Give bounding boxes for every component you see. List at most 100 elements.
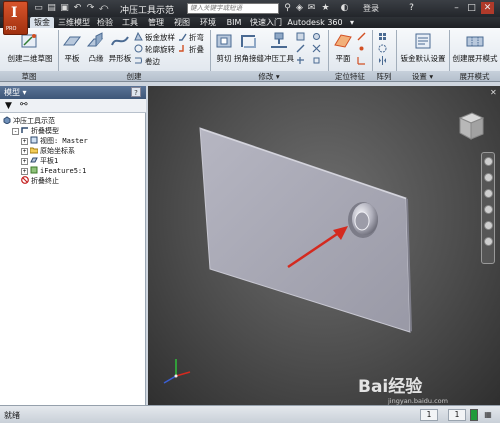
panel-label-modify[interactable]: 修改 ▾ [210, 71, 328, 82]
modify-small-3-icon[interactable] [296, 56, 307, 67]
maximize-button[interactable]: □ [465, 2, 478, 14]
panel-label-pattern[interactable]: 阵列 [372, 71, 396, 82]
tree-item[interactable]: + iFeature5:1 [21, 166, 86, 176]
look-at-icon[interactable] [484, 221, 493, 230]
lofted-flange-button[interactable]: 钣金放样 [134, 32, 175, 43]
modify-small-1-icon[interactable] [296, 32, 307, 43]
pan-icon[interactable] [484, 173, 493, 182]
cut-button[interactable]: 剪切 [213, 31, 235, 64]
tree-item-label: 平板1 [40, 157, 59, 165]
new-icon[interactable]: ▭ [33, 3, 44, 14]
plane-button[interactable]: 平面 [331, 31, 355, 64]
create-2d-sketch-button[interactable]: 创建二维草图 [6, 31, 54, 64]
contour-roll-button[interactable]: 轮廓旋转 [134, 44, 175, 55]
tree-item[interactable]: 折叠终止 [21, 176, 59, 186]
modify-small-5-icon[interactable] [312, 44, 323, 55]
redo-icon[interactable]: ↷ [85, 3, 96, 14]
tree-item[interactable]: - 折叠模型 [12, 126, 59, 136]
tab-get-started[interactable]: 快速入门 [249, 17, 283, 28]
ucs-icon[interactable] [357, 56, 368, 67]
open-icon[interactable]: ▤ [46, 3, 57, 14]
tab-tools[interactable]: 工具 [119, 17, 141, 28]
chevron-down-icon[interactable]: ▾ [23, 88, 27, 97]
return-icon[interactable]: ⤺ [98, 3, 109, 14]
panel-label-sketch[interactable]: 草图 [0, 71, 58, 82]
graphics-viewport[interactable] [148, 86, 500, 405]
modify-small-2-icon[interactable] [296, 44, 307, 55]
tab-manage[interactable]: 管理 [145, 17, 167, 28]
tree-item[interactable]: 冲压工具示范 [3, 116, 55, 126]
panel-label-flat-pattern[interactable]: 展开模式 [449, 71, 500, 82]
expand-icon[interactable]: + [21, 168, 28, 175]
title-bar: I PRO ▭ ▤ ▣ ↶ ↷ ⤺ 冲压工具示范 键入关键字或短语 ⚲ ◈ ✉ … [0, 0, 500, 35]
search-icon[interactable]: ⚲ [282, 3, 293, 14]
tree-item-label: 原始坐标系 [40, 147, 75, 155]
tab-3d-model[interactable]: 三维模型 [57, 17, 91, 28]
status-text: 就绪 [4, 411, 20, 420]
viewcube[interactable] [452, 108, 488, 144]
expand-icon[interactable]: + [21, 158, 28, 165]
lofted-flange-label: 钣金放样 [145, 33, 175, 42]
fold-button[interactable]: 折叠 [178, 44, 204, 55]
zoom-icon[interactable] [484, 189, 493, 198]
filter-icon[interactable]: ▼ [5, 101, 12, 111]
minimize-button[interactable]: – [450, 2, 463, 14]
expand-icon[interactable]: + [21, 148, 28, 155]
login-label[interactable]: 登录 [363, 3, 379, 14]
tree-item[interactable]: + 原始坐标系 [21, 146, 75, 156]
nav-bar-options-icon[interactable] [484, 237, 493, 246]
application-menu-button[interactable]: I PRO [3, 1, 28, 35]
browser-help-icon[interactable]: ? [131, 87, 141, 97]
tab-bim[interactable]: BIM [223, 17, 245, 28]
sheet-metal-plate[interactable] [199, 127, 411, 333]
punch-tool-button[interactable]: 冲压工具 [264, 31, 294, 64]
tree-item[interactable]: + 视图: Master [21, 136, 88, 146]
contour-flange-button[interactable]: 异形板 [108, 31, 132, 64]
status-options-icon[interactable]: ▦ [482, 409, 494, 421]
tab-inspect[interactable]: 检验 [94, 17, 116, 28]
modify-small-6-icon[interactable] [312, 56, 323, 67]
browser-header[interactable]: 模型 ▾ ? [0, 86, 146, 99]
find-icon[interactable]: ⚯ [20, 100, 28, 110]
subscription-icon[interactable]: ◈ [294, 3, 305, 14]
bend-button[interactable]: 折弯 [178, 32, 204, 43]
close-document-icon[interactable]: ✕ [490, 89, 498, 97]
corner-seam-button[interactable]: 拐角接缝 [234, 31, 264, 64]
tab-sheet-metal[interactable]: 钣金 [30, 17, 54, 28]
tab-view[interactable]: 视图 [171, 17, 193, 28]
communication-center-icon[interactable]: ✉ [306, 3, 317, 14]
save-icon[interactable]: ▣ [59, 3, 70, 14]
flange-button[interactable]: 凸缘 [85, 31, 107, 64]
mirror-icon[interactable] [378, 56, 389, 67]
undo-icon[interactable]: ↶ [72, 3, 83, 14]
panel-label-create[interactable]: 创建 [58, 71, 210, 82]
tree-item-label: 折叠模型 [31, 127, 59, 135]
punch-dimple-feature[interactable] [348, 202, 378, 238]
orbit-icon[interactable] [484, 205, 493, 214]
panel-label-work-features[interactable]: 定位特征 [328, 71, 372, 82]
account-icon[interactable]: ◐ [339, 3, 350, 14]
steering-wheel-icon[interactable] [484, 157, 493, 166]
rectangular-pattern-icon[interactable] [378, 32, 389, 43]
hem-button[interactable]: 卷边 [134, 56, 160, 67]
sheet-metal-defaults-button[interactable]: 钣金默认设置 [400, 31, 446, 64]
view-icon [30, 136, 40, 145]
tree-item[interactable]: + 平板1 [21, 156, 58, 166]
close-button[interactable]: ✕ [481, 2, 494, 14]
ribbon-options-icon[interactable]: ▾ [346, 17, 358, 28]
modify-small-4-icon[interactable] [312, 32, 323, 43]
create-flat-pattern-button[interactable]: 创建展开模式 [451, 31, 499, 64]
collapse-icon[interactable]: - [12, 128, 19, 135]
axis-icon[interactable] [357, 32, 368, 43]
circular-pattern-icon[interactable] [378, 44, 389, 55]
favorites-icon[interactable]: ★ [320, 3, 331, 14]
panel-label-setup[interactable]: 设置 ▾ [396, 71, 449, 82]
tab-autodesk-360[interactable]: Autodesk 360 [287, 17, 343, 28]
coordinate-triad-icon [163, 359, 191, 384]
tab-environments[interactable]: 环境 [197, 17, 219, 28]
help-icon[interactable]: ? [405, 2, 418, 14]
expand-icon[interactable]: + [21, 138, 28, 145]
point-icon[interactable] [357, 44, 368, 55]
help-search-input[interactable]: 键入关键字或短语 [187, 3, 279, 14]
face-button[interactable]: 平板 [61, 31, 83, 64]
